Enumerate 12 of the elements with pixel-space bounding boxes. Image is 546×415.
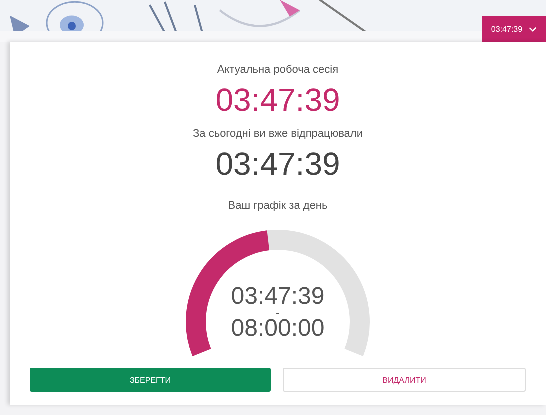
schedule-label: Ваш графік за день bbox=[228, 200, 328, 212]
separator: - bbox=[276, 310, 280, 316]
today-label: За сьогодні ви вже відпрацювали bbox=[193, 128, 363, 140]
today-time: 03:47:39 bbox=[216, 145, 340, 184]
session-time: 03:47:39 bbox=[216, 81, 340, 120]
session-dropdown[interactable]: 03:47:39 bbox=[482, 16, 546, 42]
save-button[interactable]: ЗБЕРЕГТИ bbox=[30, 368, 271, 392]
chevron-icon bbox=[528, 26, 537, 32]
worked-time: 03:47:39 bbox=[231, 284, 325, 310]
target-time: 08:00:00 bbox=[231, 316, 325, 342]
delete-button[interactable]: ВИДАЛИТИ bbox=[283, 368, 526, 392]
session-label: Актуальна робоча сесія bbox=[217, 64, 339, 76]
